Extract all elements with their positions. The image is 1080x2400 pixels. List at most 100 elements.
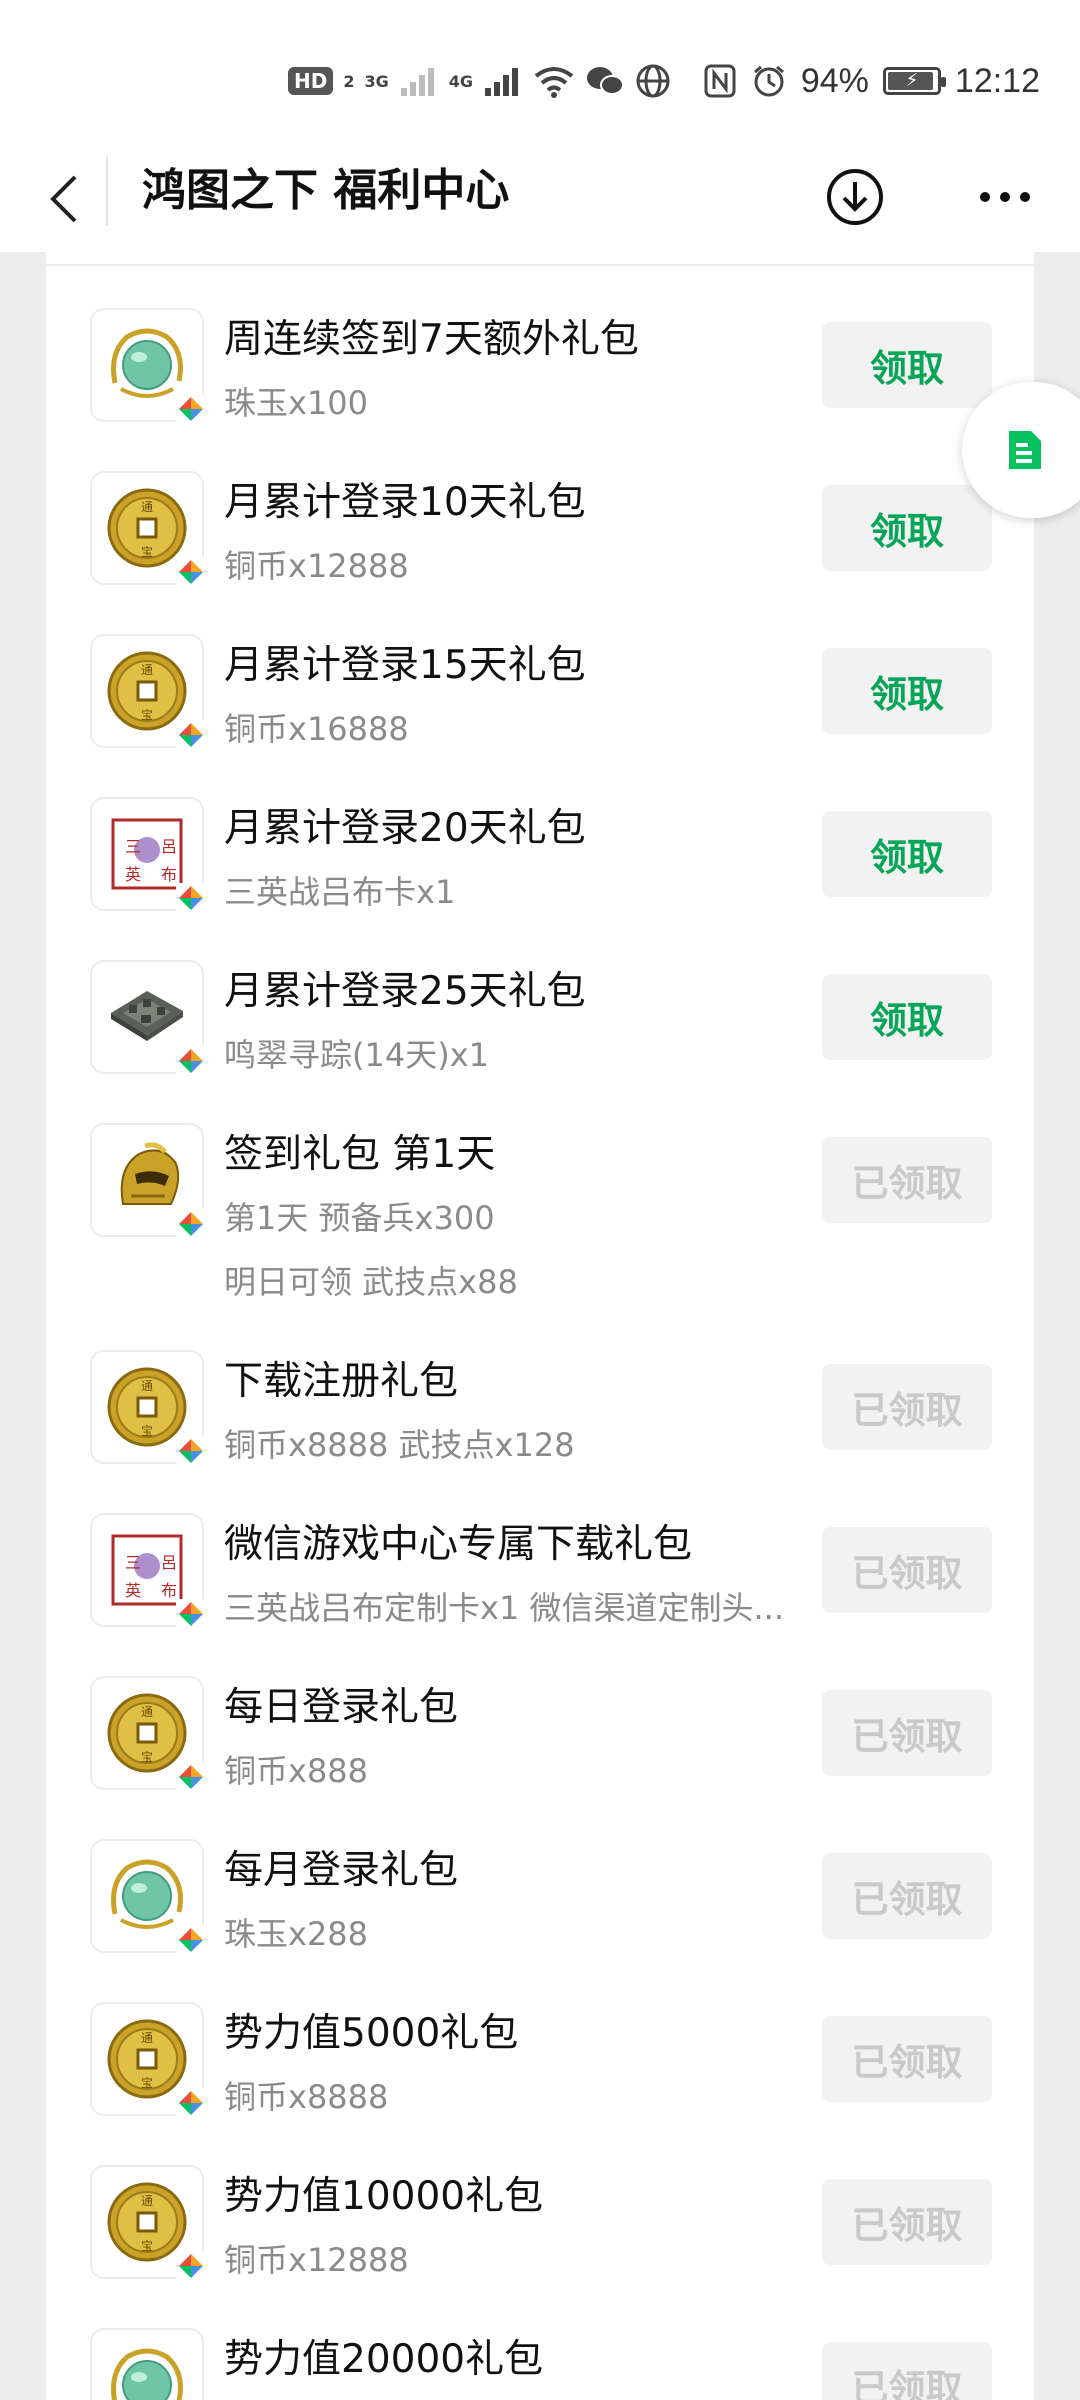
claimed-button: 已领取 [822, 1690, 992, 1776]
battery-percent: 94% [800, 61, 869, 100]
claim-button[interactable]: 领取 [822, 811, 992, 897]
gift-title: 月累计登录25天礼包 [224, 969, 586, 1014]
svg-text:三: 三 [125, 1553, 141, 1572]
gift-thumbnail: 三 呂 英 布 [90, 1513, 206, 1629]
gift-thumbnail: 通 宝 [90, 1676, 206, 1792]
claimed-button: 已领取 [822, 1137, 992, 1223]
gift-description: 铜币x16888 [224, 710, 409, 748]
game-badge-icon [176, 557, 206, 587]
svg-text:通: 通 [141, 2194, 153, 2208]
hd-badge: HD [288, 67, 334, 95]
svg-text:英: 英 [125, 1581, 141, 1600]
game-badge-icon [176, 1046, 206, 1076]
gift-title: 签到礼包 第1天 [224, 1132, 496, 1177]
gift-title: 势力值10000礼包 [224, 2174, 544, 2219]
signal-icon [400, 68, 434, 96]
claim-button[interactable]: 领取 [822, 485, 992, 571]
gift-title: 势力值5000礼包 [224, 2011, 519, 2056]
nav-divider [106, 156, 108, 226]
document-icon [1009, 431, 1041, 469]
back-button[interactable] [30, 164, 100, 234]
gift-description: 铜币x8888 武技点x128 [224, 1426, 575, 1464]
gift-description: 铜币x8888 [224, 2078, 389, 2116]
gift-title: 周连续签到7天额外礼包 [224, 317, 639, 362]
card-divider [46, 264, 1034, 266]
gift-description: 三英战吕布定制卡x1 微信渠道定制头... [224, 1589, 784, 1627]
gift-title: 月累计登录10天礼包 [224, 480, 586, 525]
gift-title: 月累计登录15天礼包 [224, 643, 586, 688]
game-badge-icon [176, 2251, 206, 2281]
gift-thumbnail [90, 308, 206, 424]
clock: 12:12 [954, 61, 1040, 100]
gift-thumbnail: 通 宝 [90, 2002, 206, 2118]
more-button[interactable] [970, 162, 1040, 232]
status-right-icons: 94% ⚡ 12:12 [703, 56, 1040, 106]
svg-text:通: 通 [141, 500, 153, 514]
game-badge-icon [176, 720, 206, 750]
claimed-button: 已领取 [822, 2016, 992, 2102]
claimed-button: 已领取 [822, 2179, 992, 2265]
gift-thumbnail: 通 宝 [90, 471, 206, 587]
gift-thumbnail: 三 呂 英 布 [90, 797, 206, 913]
gift-description: 第1天 预备兵x300 [224, 1199, 495, 1237]
nfc-icon [704, 64, 736, 98]
sim-slot-label: 2 [343, 71, 355, 91]
game-badge-icon [176, 1925, 206, 1955]
gift-description: 铜币x12888 [224, 547, 409, 585]
svg-text:通: 通 [141, 2031, 153, 2045]
claim-button[interactable]: 领取 [822, 322, 992, 408]
gift-thumbnail [90, 1839, 206, 1955]
svg-text:通: 通 [141, 1705, 153, 1719]
status-bar: HD 2 3G 4G 94% ⚡ 12:12 [0, 0, 1080, 150]
gift-description: 鸣翠寻踪(14天)x1 [224, 1036, 489, 1074]
claimed-button: 已领取 [822, 1364, 992, 1450]
svg-text:宝: 宝 [141, 2239, 153, 2253]
svg-text:英: 英 [125, 865, 141, 884]
download-icon [827, 169, 883, 225]
svg-text:宝: 宝 [141, 2076, 153, 2090]
gift-description: 珠玉x288 [224, 1915, 369, 1953]
gift-title: 微信游戏中心专属下载礼包 [224, 1522, 693, 1567]
gift-title: 势力值20000礼包 [224, 2337, 544, 2382]
svg-text:宝: 宝 [141, 1750, 153, 1764]
claimed-button: 已领取 [822, 1527, 992, 1613]
claimed-button: 已领取 [822, 2342, 992, 2400]
chevron-left-icon [50, 175, 77, 223]
gift-description: 三英战吕布卡x1 [224, 873, 456, 911]
svg-text:三: 三 [125, 837, 141, 856]
gift-thumbnail [90, 1123, 206, 1239]
gift-description: 珠玉x100 [224, 384, 369, 422]
gift-thumbnail [90, 960, 206, 1076]
gift-title: 每日登录礼包 [224, 1685, 459, 1730]
svg-text:宝: 宝 [141, 545, 153, 559]
game-badge-icon [176, 394, 206, 424]
claim-button[interactable]: 领取 [822, 648, 992, 734]
alarm-icon [753, 65, 784, 97]
download-button[interactable] [820, 162, 890, 232]
svg-text:通: 通 [141, 663, 153, 677]
gift-thumbnail [90, 2328, 204, 2400]
game-badge-icon [176, 883, 206, 913]
network-4g-label: 4G [448, 71, 474, 91]
game-badge-icon [176, 1209, 206, 1239]
gift-thumbnail: 通 宝 [90, 634, 206, 750]
gift-description: 铜币x12888 [224, 2241, 409, 2279]
gift-card: 周连续签到7天额外礼包珠玉x100 领取 通 宝 月累计登录10天礼包铜币x128… [46, 252, 1034, 2400]
gift-thumbnail: 通 宝 [90, 1350, 206, 1466]
svg-text:呂: 呂 [161, 837, 177, 856]
gift-thumbnail: 通 宝 [90, 2165, 206, 2281]
more-dots-icon [980, 192, 1030, 202]
battery-icon: ⚡ [882, 67, 946, 95]
game-badge-icon [176, 1599, 206, 1629]
svg-text:宝: 宝 [141, 1424, 153, 1438]
game-badge-icon [176, 1762, 206, 1792]
gift-title: 每月登录礼包 [224, 1848, 459, 1893]
svg-text:通: 通 [141, 1379, 153, 1393]
status-left-icons: HD 2 3G 4G [288, 56, 671, 106]
gift-description: 明日可领 武技点x88 [224, 1263, 518, 1301]
svg-text:呂: 呂 [161, 1553, 177, 1572]
game-badge-icon [176, 2088, 206, 2118]
claim-button[interactable]: 领取 [822, 974, 992, 1060]
game-badge-icon [176, 1436, 206, 1466]
gift-title: 下载注册礼包 [224, 1359, 459, 1404]
